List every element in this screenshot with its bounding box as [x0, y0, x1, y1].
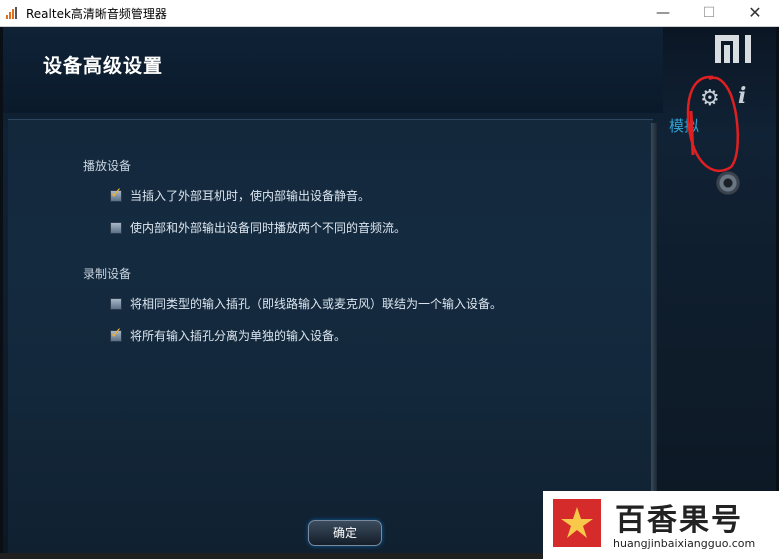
option-label: 使内部和外部输出设备同时播放两个不同的音频流。: [130, 221, 407, 235]
info-icon[interactable]: i: [738, 83, 746, 109]
watermark-logo: [553, 499, 601, 547]
ok-button[interactable]: 确定: [308, 520, 382, 546]
minimize-button[interactable]: —: [640, 0, 686, 26]
checkbox-unchecked[interactable]: [110, 297, 122, 310]
option-label: 将所有输入插孔分离为单独的输入设备。: [130, 329, 347, 343]
window-title: Realtek高清晰音频管理器: [26, 7, 167, 21]
main-area: 设备高级设置 ⚙ i 模拟 播放设备 当插入了外部耳机时，使内部输出设备静音。 …: [3, 27, 776, 558]
option-label: 将相同类型的输入插孔（即线路输入或麦克风）联结为一个输入设备。: [130, 297, 503, 311]
taskbar-strip: [0, 553, 543, 559]
recording-option-separate-inputs[interactable]: 将所有输入插孔分离为单独的输入设备。: [110, 324, 347, 344]
playback-section-title: 播放设备: [83, 159, 132, 173]
playback-option-mute-internal[interactable]: 当插入了外部耳机时，使内部输出设备静音。: [110, 184, 371, 204]
option-label: 当插入了外部耳机时，使内部输出设备静音。: [130, 189, 371, 203]
watermark-text: 百香果号: [615, 503, 743, 538]
checkbox-checked[interactable]: [110, 324, 123, 342]
recording-section-title: 录制设备: [83, 267, 132, 281]
recording-option-link-inputs[interactable]: 将相同类型的输入插孔（即线路输入或麦克风）联结为一个输入设备。: [110, 295, 502, 312]
page-title: 设备高级设置: [43, 55, 164, 77]
audio-jack-icon[interactable]: [716, 171, 740, 195]
close-button[interactable]: ✕: [732, 0, 778, 26]
mi-logo: [715, 35, 751, 63]
tab-analog[interactable]: 模拟: [669, 115, 699, 136]
checkbox-checked[interactable]: [110, 184, 123, 202]
playback-option-dual-stream[interactable]: 使内部和外部输出设备同时播放两个不同的音频流。: [110, 219, 406, 236]
checkbox-unchecked[interactable]: [110, 221, 122, 234]
watermark: 百香果号 huangjinbaixiangguo.com: [543, 491, 779, 559]
title-bar: Realtek高清晰音频管理器 — ☐ ✕: [0, 0, 779, 27]
gear-icon[interactable]: ⚙: [700, 86, 720, 111]
realtek-speaker-icon: [6, 7, 20, 19]
maximize-button[interactable]: ☐: [686, 0, 732, 26]
watermark-url: huangjinbaixiangguo.com: [613, 537, 756, 550]
